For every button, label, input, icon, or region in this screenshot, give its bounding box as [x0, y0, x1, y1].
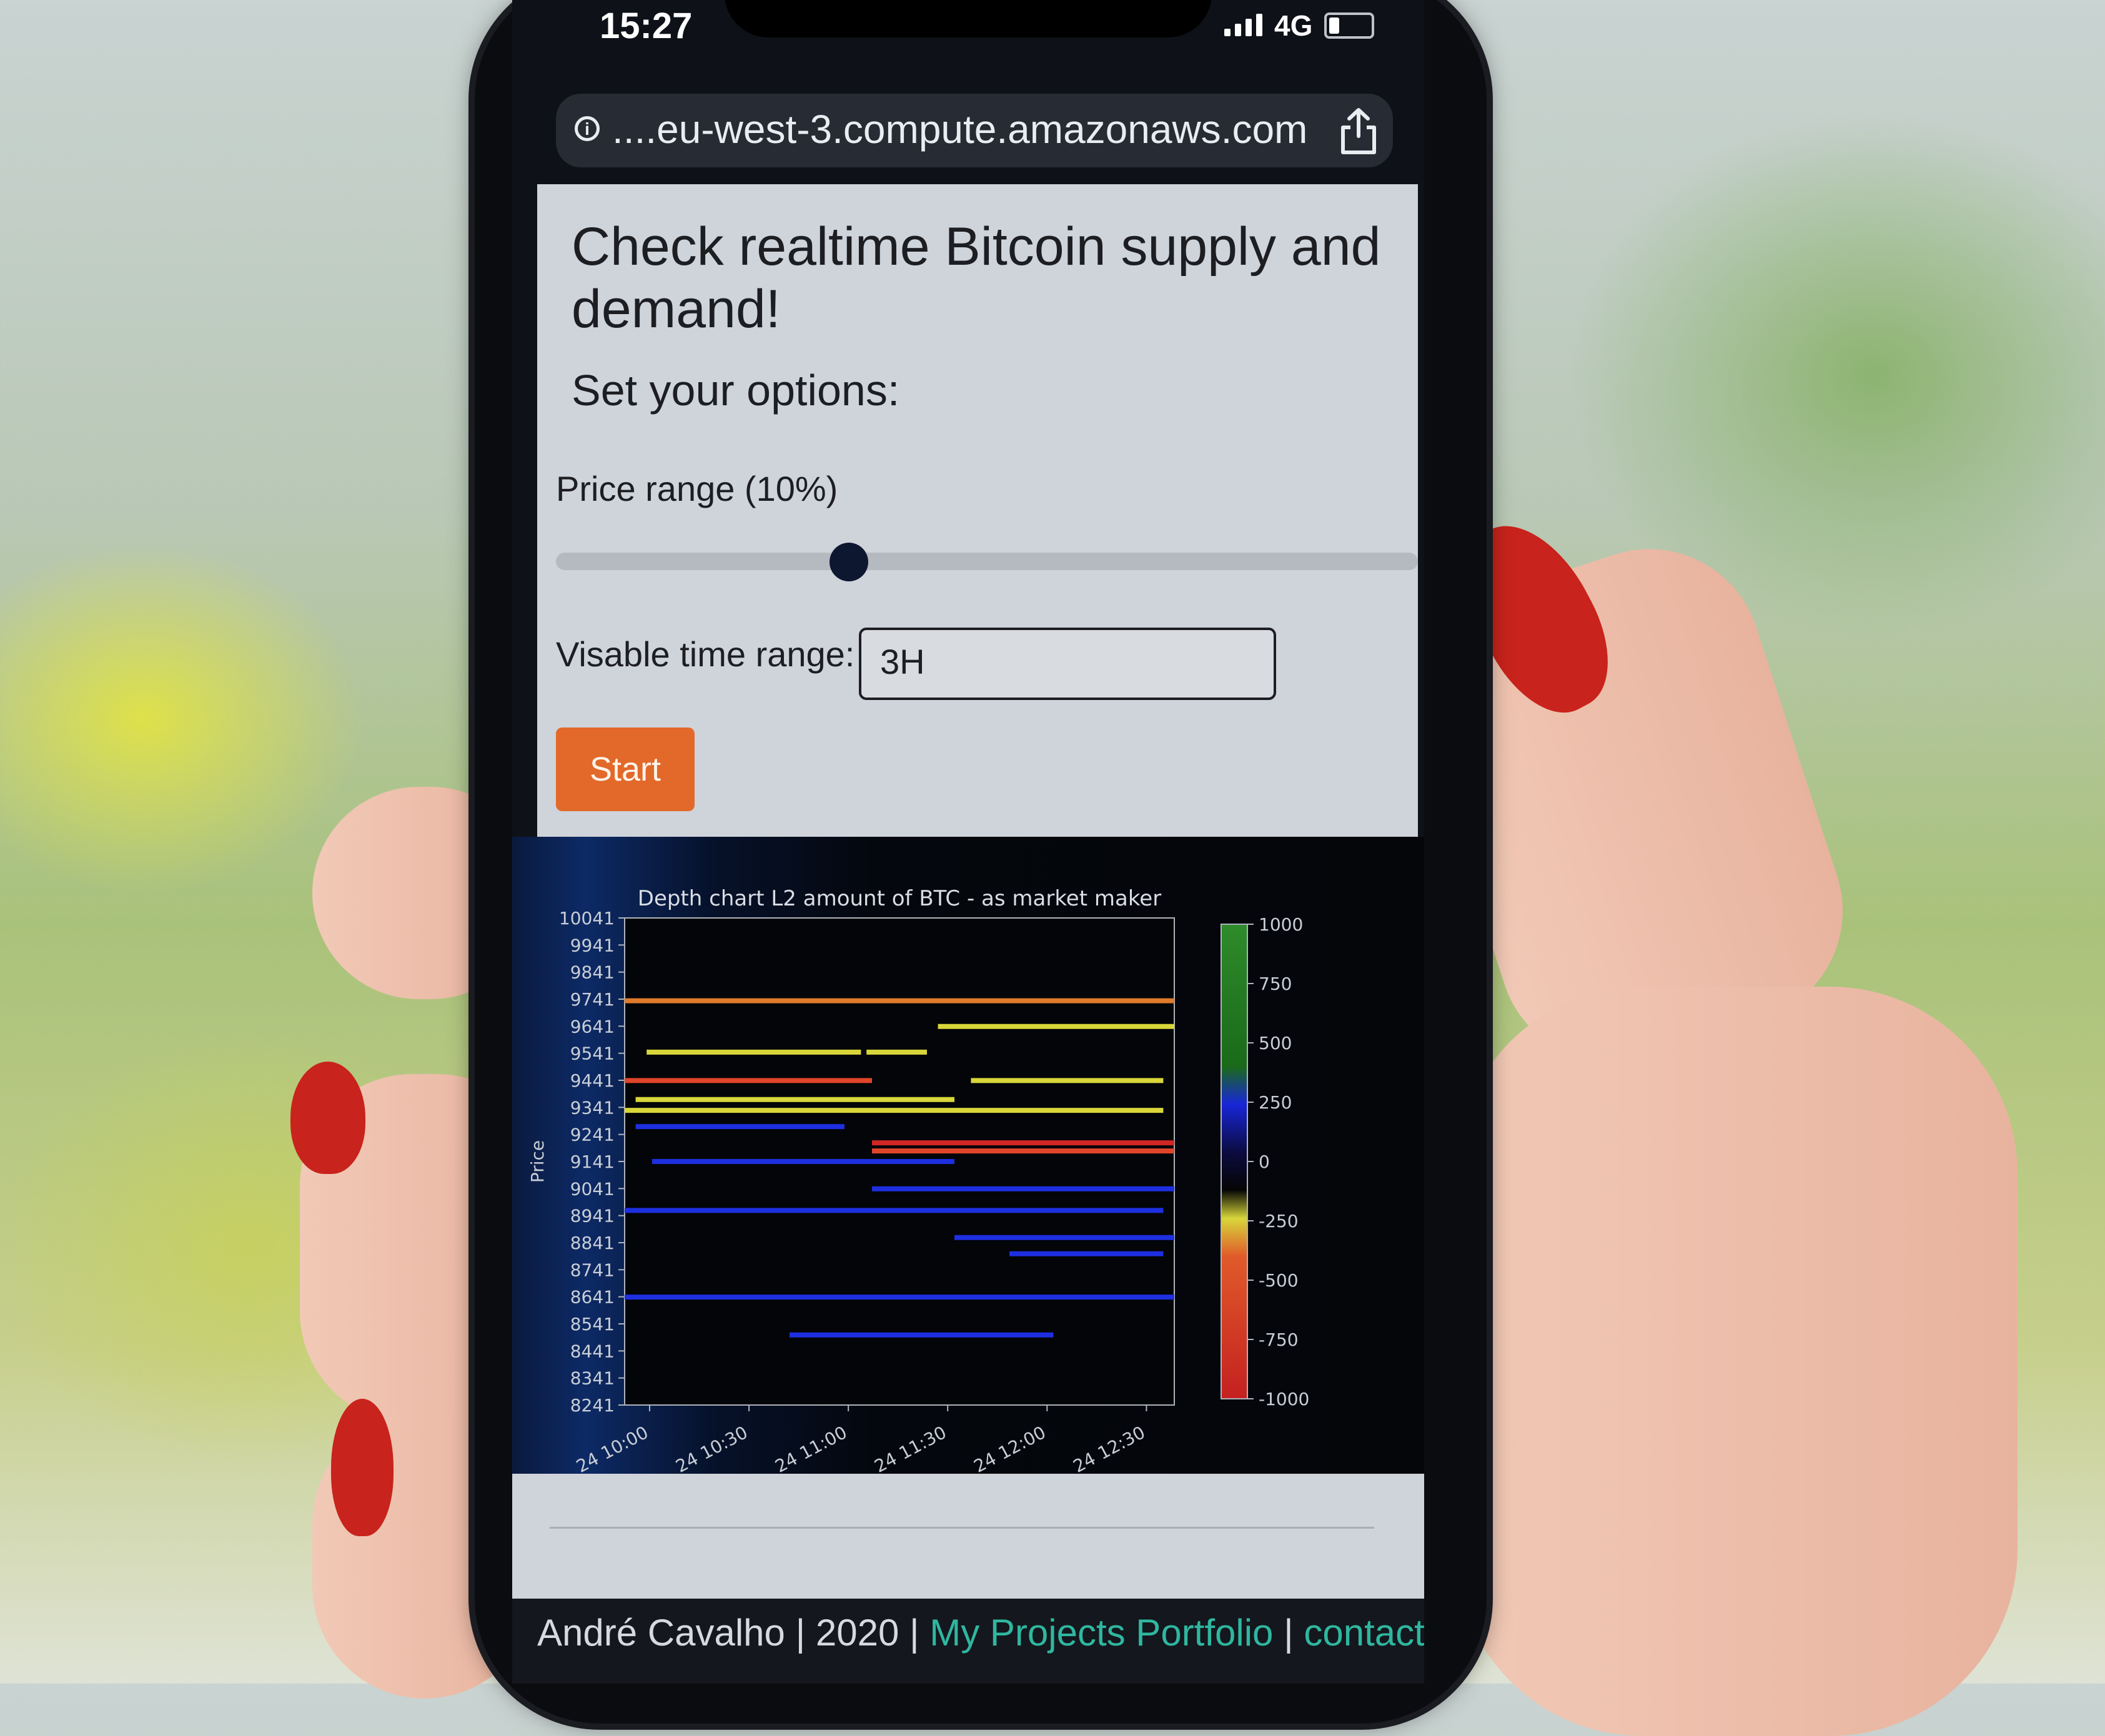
y-tick-label: 8741 — [570, 1260, 615, 1280]
y-tick-label: 8541 — [570, 1314, 615, 1334]
y-tick-label: 9941 — [570, 935, 615, 955]
page-title: Check realtime Bitcoin supply and demand… — [572, 217, 1381, 339]
network-type: 4G — [1274, 9, 1313, 42]
y-tick-label: 8841 — [570, 1233, 615, 1253]
x-tick-label: 24 12:00 — [971, 1422, 1049, 1474]
footer: André Cavalho | 2020 | My Projects Portf… — [512, 1599, 1424, 1684]
y-tick-label: 9641 — [570, 1016, 615, 1037]
y-tick-label: 9841 — [570, 962, 615, 983]
contact-link[interactable]: contact — [1304, 1612, 1424, 1654]
options-heading: Set your options: — [572, 366, 900, 415]
colorbar-tick-label: 0 — [1259, 1152, 1270, 1172]
y-tick-label: 9241 — [570, 1125, 615, 1145]
status-time: 15:27 — [600, 6, 693, 46]
right-palm — [1455, 987, 2018, 1736]
url-text[interactable]: ....eu-west-3.compute.amazonaws.com — [612, 106, 1307, 152]
footer-author: André Cavalho | 2020 | — [537, 1612, 930, 1654]
colorbar-tick-label: 750 — [1259, 974, 1292, 994]
info-icon[interactable]: i — [575, 116, 600, 141]
address-bar[interactable]: i ....eu-west-3.compute.amazonaws.com — [556, 94, 1393, 167]
phone-screen: 15:27 4G i ....eu-west-3.compute.amazona… — [512, 0, 1424, 1684]
colorbar-tick-label: 1000 — [1259, 914, 1303, 935]
y-tick-label: 9441 — [570, 1070, 615, 1091]
x-tick-label: 24 11:30 — [871, 1422, 949, 1474]
depth-chart: Depth chart L2 amount of BTC - as market… — [527, 886, 1309, 1477]
notch — [725, 0, 1212, 37]
y-tick-label: 8641 — [570, 1287, 615, 1308]
battery-icon — [1324, 12, 1374, 39]
x-tick-label: 24 10:00 — [573, 1422, 651, 1474]
colorbar-tick-label: -250 — [1259, 1211, 1299, 1231]
nail — [290, 1062, 365, 1174]
y-tick-label: 8941 — [570, 1206, 615, 1226]
y-tick-label: 9341 — [570, 1097, 615, 1118]
y-tick-label: 8341 — [570, 1368, 615, 1389]
portfolio-link[interactable]: My Projects Portfolio — [929, 1612, 1273, 1654]
time-range-input[interactable]: 3H — [859, 628, 1276, 700]
colorbar-tick-label: 250 — [1259, 1092, 1292, 1113]
colorbar-tick-label: -500 — [1259, 1270, 1299, 1291]
y-tick-label: 9141 — [570, 1152, 615, 1172]
footer-separator: | — [1273, 1612, 1304, 1654]
divider — [550, 1527, 1374, 1529]
depth-chart-area: Depth chart L2 amount of BTC - as market… — [512, 837, 1424, 1477]
y-tick-label: 9041 — [570, 1178, 615, 1199]
x-tick-label: 24 10:30 — [672, 1422, 751, 1474]
share-icon[interactable] — [1337, 106, 1380, 156]
price-range-slider[interactable] — [556, 553, 1418, 570]
time-range-label: Visable time range: — [556, 634, 855, 674]
colorbar — [1221, 924, 1248, 1399]
colorbar-tick-label: -750 — [1259, 1329, 1299, 1350]
footer-spacer — [512, 1474, 1424, 1599]
x-tick-label: 24 11:00 — [771, 1422, 850, 1474]
start-button[interactable]: Start — [556, 727, 695, 811]
y-tick-label: 9541 — [570, 1043, 615, 1064]
slider-thumb[interactable] — [830, 543, 869, 581]
signal-icon — [1224, 14, 1262, 36]
chart-title: Depth chart L2 amount of BTC - as market… — [638, 886, 1161, 911]
y-tick-label: 8241 — [570, 1395, 615, 1416]
y-axis-label: Price — [527, 1140, 548, 1183]
y-tick-label: 10041 — [559, 908, 615, 929]
x-tick-label: 24 12:30 — [1070, 1422, 1149, 1474]
status-bar: 15:27 4G — [512, 0, 1424, 75]
y-tick-label: 8441 — [570, 1341, 615, 1361]
colorbar-tick-label: 500 — [1259, 1033, 1292, 1053]
nail — [331, 1399, 394, 1536]
price-range-label: Price range (10%) — [556, 469, 838, 508]
y-tick-label: 9741 — [570, 989, 615, 1010]
options-panel: Check realtime Bitcoin supply and demand… — [537, 184, 1418, 837]
colorbar-tick-label: -1000 — [1259, 1389, 1309, 1409]
